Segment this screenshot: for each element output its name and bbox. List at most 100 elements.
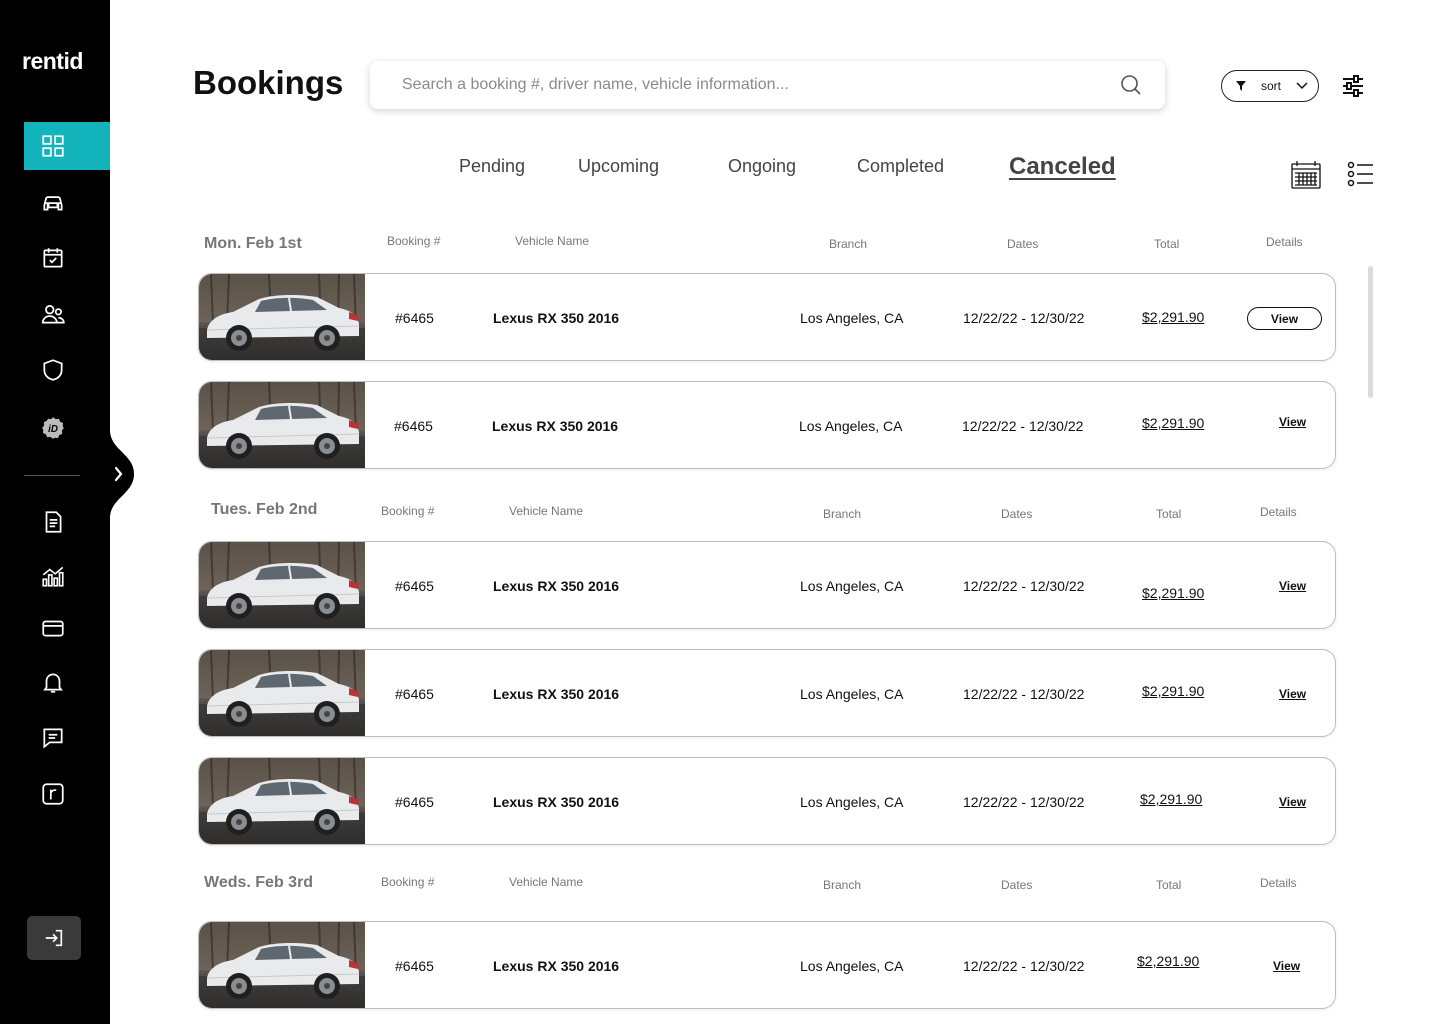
dates: 12/22/22 - 12/30/22 bbox=[962, 418, 1084, 434]
view-link[interactable]: View bbox=[1279, 687, 1306, 701]
card-icon bbox=[42, 620, 64, 637]
col-vehicle: Vehicle Name bbox=[515, 234, 590, 248]
chevron-down-icon bbox=[1296, 82, 1308, 90]
branch: Los Angeles, CA bbox=[800, 578, 904, 594]
tab-completed[interactable]: Completed bbox=[857, 156, 944, 177]
search-input[interactable] bbox=[402, 76, 1119, 94]
view-link[interactable]: View bbox=[1279, 795, 1306, 809]
vehicle-name: Lexus RX 350 2016 bbox=[493, 310, 620, 326]
analytics-icon bbox=[42, 566, 64, 587]
booking-number: #6465 bbox=[395, 958, 434, 974]
vehicle-name: Lexus RX 350 2016 bbox=[493, 686, 620, 702]
total[interactable]: $2,291.90 bbox=[1142, 382, 1204, 467]
col-details: Details bbox=[1266, 235, 1303, 249]
total[interactable]: $2,291.90 bbox=[1142, 549, 1204, 628]
tab-canceled[interactable]: Canceled bbox=[1009, 153, 1116, 181]
vehicle-name: Lexus RX 350 2016 bbox=[493, 794, 620, 810]
sidebar-item-users[interactable] bbox=[24, 290, 110, 338]
booking-row[interactable]: #6465 Lexus RX 350 2016 Los Angeles, CA … bbox=[198, 381, 1336, 469]
app-logo[interactable]: rentid bbox=[22, 48, 83, 75]
id-badge-icon: iD bbox=[42, 417, 64, 439]
group-header: Mon. Feb 1st Booking # Vehicle Name Bran… bbox=[0, 232, 1440, 256]
view-link[interactable]: View bbox=[1279, 579, 1306, 593]
group-header: Tues. Feb 2nd Booking # Vehicle Name Bra… bbox=[0, 500, 1440, 524]
view-button[interactable]: View bbox=[1247, 307, 1322, 330]
group-date: Mon. Feb 1st bbox=[204, 235, 302, 252]
branch: Los Angeles, CA bbox=[800, 958, 904, 974]
col-details: Details bbox=[1260, 876, 1297, 890]
col-booking: Booking # bbox=[387, 234, 441, 248]
booking-row[interactable]: #6465 Lexus RX 350 2016 Los Angeles, CA … bbox=[198, 757, 1336, 845]
booking-row[interactable]: #6465 Lexus RX 350 2016 Los Angeles, CA … bbox=[198, 649, 1336, 737]
booking-number: #6465 bbox=[395, 578, 434, 594]
booking-row[interactable]: #6465 Lexus RX 350 2016 Los Angeles, CA … bbox=[198, 921, 1336, 1009]
sidebar-item-dashboard[interactable] bbox=[24, 122, 110, 170]
vehicle-photo bbox=[199, 542, 365, 628]
group-header: Weds. Feb 3rd Booking # Vehicle Name Bra… bbox=[0, 872, 1440, 896]
view-link[interactable]: View bbox=[1273, 959, 1300, 973]
col-details: Details bbox=[1260, 505, 1297, 519]
tab-ongoing[interactable]: Ongoing bbox=[728, 156, 796, 177]
sidebar-item-insurance[interactable] bbox=[24, 346, 110, 394]
col-total: Total bbox=[1154, 237, 1180, 251]
r-logo-icon bbox=[42, 783, 64, 805]
dates: 12/22/22 - 12/30/22 bbox=[963, 958, 1085, 974]
svg-text:iD: iD bbox=[48, 424, 58, 435]
list-view-icon[interactable] bbox=[1346, 160, 1376, 190]
sidebar-item-vehicles[interactable] bbox=[24, 178, 110, 226]
dates: 12/22/22 - 12/30/22 bbox=[963, 578, 1085, 594]
vehicle-photo bbox=[199, 382, 365, 468]
sidebar-item-analytics[interactable] bbox=[24, 552, 110, 600]
search-bar[interactable] bbox=[370, 61, 1165, 109]
sidebar-item-messages[interactable] bbox=[24, 714, 110, 762]
sidebar-item-notifications[interactable] bbox=[24, 658, 110, 706]
calendar-view-icon[interactable] bbox=[1291, 160, 1321, 190]
chat-icon bbox=[43, 728, 63, 749]
vehicle-photo bbox=[199, 650, 365, 736]
total[interactable]: $2,291.90 bbox=[1140, 758, 1202, 843]
bell-icon bbox=[43, 673, 63, 693]
col-branch: Branch bbox=[823, 507, 862, 521]
sidebar-item-verification[interactable]: iD bbox=[24, 404, 110, 452]
vehicle-name: Lexus RX 350 2016 bbox=[493, 958, 620, 974]
col-vehicle: Vehicle Name bbox=[509, 875, 584, 889]
sidebar-item-payments[interactable] bbox=[24, 604, 110, 652]
group-date: Weds. Feb 3rd bbox=[204, 874, 314, 891]
branch: Los Angeles, CA bbox=[799, 418, 903, 434]
dates: 12/22/22 - 12/30/22 bbox=[963, 794, 1085, 810]
tab-upcoming[interactable]: Upcoming bbox=[578, 156, 659, 177]
booking-row[interactable]: #6465 Lexus RX 350 2016 Los Angeles, CA … bbox=[198, 541, 1336, 629]
filter-sliders-icon[interactable] bbox=[1340, 73, 1366, 99]
branch: Los Angeles, CA bbox=[800, 686, 904, 702]
logout-icon bbox=[45, 929, 63, 947]
logout-button[interactable] bbox=[27, 916, 81, 960]
total[interactable]: $2,291.90 bbox=[1137, 922, 1199, 1005]
dashboard-icon bbox=[42, 135, 64, 157]
search-icon[interactable] bbox=[1119, 73, 1143, 97]
funnel-icon bbox=[1236, 81, 1246, 91]
col-vehicle: Vehicle Name bbox=[509, 504, 584, 518]
col-booking: Booking # bbox=[381, 504, 435, 518]
car-icon bbox=[43, 196, 63, 211]
vehicle-photo bbox=[199, 758, 365, 844]
vehicle-name: Lexus RX 350 2016 bbox=[492, 418, 619, 434]
scrollbar[interactable] bbox=[1368, 266, 1373, 398]
booking-row[interactable]: #6465 Lexus RX 350 2016 Los Angeles, CA … bbox=[198, 273, 1336, 361]
sort-dropdown[interactable]: sort bbox=[1221, 70, 1319, 102]
users-icon bbox=[41, 305, 65, 324]
col-total: Total bbox=[1156, 507, 1182, 521]
shield-icon bbox=[43, 359, 63, 381]
col-branch: Branch bbox=[829, 237, 868, 251]
tab-pending[interactable]: Pending bbox=[459, 156, 525, 177]
vehicle-name: Lexus RX 350 2016 bbox=[493, 578, 620, 594]
col-dates: Dates bbox=[1001, 507, 1033, 521]
vehicle-photo bbox=[199, 274, 365, 360]
branch: Los Angeles, CA bbox=[800, 310, 904, 326]
total[interactable]: $2,291.90 bbox=[1142, 274, 1204, 360]
view-link[interactable]: View bbox=[1279, 415, 1306, 429]
booking-number: #6465 bbox=[395, 686, 434, 702]
total[interactable]: $2,291.90 bbox=[1142, 650, 1204, 735]
sidebar-item-rentid[interactable] bbox=[24, 770, 110, 818]
dates: 12/22/22 - 12/30/22 bbox=[963, 310, 1085, 326]
col-dates: Dates bbox=[1007, 237, 1039, 251]
